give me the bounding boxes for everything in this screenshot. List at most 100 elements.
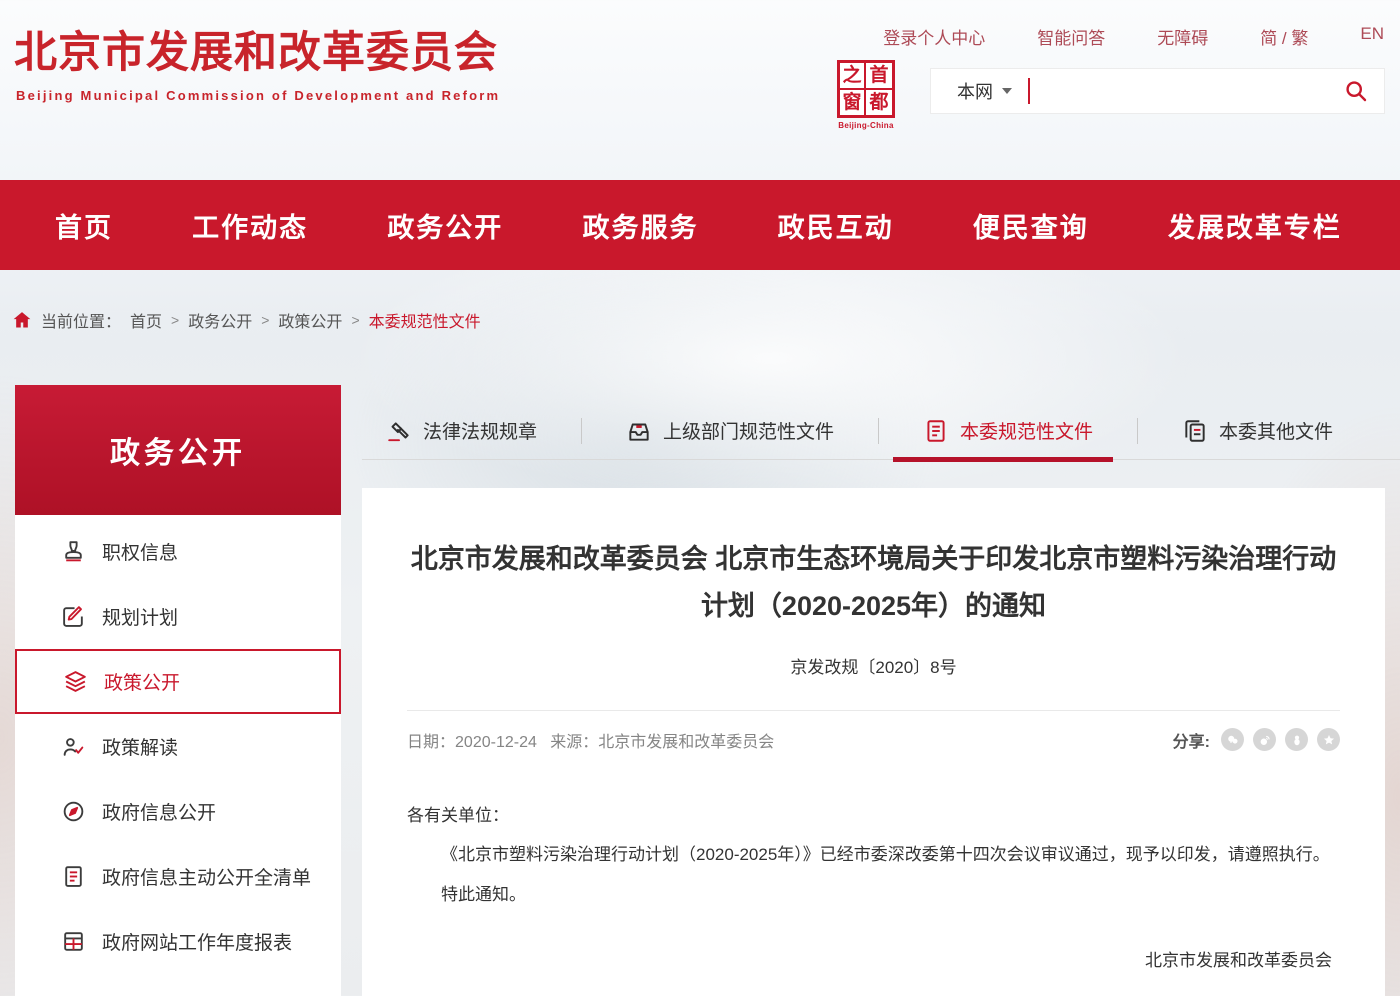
person-interpret-icon <box>61 734 86 759</box>
nav-item-government-services[interactable]: 政务服务 <box>582 206 698 245</box>
accessibility-link[interactable]: 无障碍 <box>1157 24 1208 49</box>
beijing-china-seal-logo[interactable]: 之 首 窗 都 Beijing-China <box>835 60 897 130</box>
smart-qa-link[interactable]: 智能问答 <box>1037 24 1105 49</box>
tab-separator <box>1137 418 1138 444</box>
nav-item-convenient-inquiry[interactable]: 便民查询 <box>973 206 1089 245</box>
article-card: 北京市发展和改革委员会 北京市生态环境局关于印发北京市塑料污染治理行动计划（20… <box>362 488 1385 996</box>
sidebar-item-policy-interpretation[interactable]: 政策解读 <box>15 714 341 779</box>
breadcrumb-separator: > <box>261 312 269 328</box>
search-input[interactable] <box>1030 82 1344 100</box>
article-title: 北京市发展和改革委员会 北京市生态环境局关于印发北京市塑料污染治理行动计划（20… <box>407 536 1340 631</box>
breadcrumb: 当前位置： 首页 > 政务公开 > 政策公开 > 本委规范性文件 <box>0 270 1400 332</box>
tab-commission-other-documents[interactable]: 本委其他文件 <box>1182 402 1333 459</box>
nav-item-reform-column[interactable]: 发展改革专栏 <box>1168 206 1342 245</box>
tab-laws-regulations[interactable]: 法律法规规章 <box>386 402 537 459</box>
document-list-icon <box>61 864 86 889</box>
article-body: 各有关单位： 《北京市塑料污染治理行动计划（2020-2025年）》已经市委深改… <box>407 796 1340 982</box>
tab-separator <box>878 418 879 444</box>
breadcrumb-current: 本委规范性文件 <box>369 308 481 332</box>
weibo-share-icon[interactable] <box>1253 728 1276 751</box>
signature: 北京市发展和改革委员会 <box>407 941 1340 981</box>
sidebar-item-label: 规划计划 <box>102 603 178 630</box>
tab-label: 法律法规规章 <box>423 417 537 444</box>
sidebar-item-label: 政策解读 <box>102 733 178 760</box>
sidebar-item-annual-website-report[interactable]: 政府网站工作年度报表 <box>15 909 341 974</box>
sidebar-title: 政务公开 <box>15 385 341 515</box>
source-value: 北京市发展和改革委员会 <box>598 734 774 751</box>
site-logo-title: 北京市发展和改革委员会 <box>14 18 498 80</box>
search-button[interactable] <box>1344 79 1368 103</box>
tab-superior-normative-documents[interactable]: 上级部门规范性文件 <box>626 402 834 459</box>
seal-char: 之 <box>840 63 866 90</box>
breadcrumb-label: 当前位置： <box>41 308 121 332</box>
seal-grid: 之 首 窗 都 <box>837 60 895 118</box>
seal-char: 都 <box>866 90 892 115</box>
nav-item-work-dynamics[interactable]: 工作动态 <box>192 206 308 245</box>
compass-icon <box>61 799 86 824</box>
main-navigation: 首页 工作动态 政务公开 政务服务 政民互动 便民查询 发展改革专栏 <box>0 180 1400 270</box>
sidebar-menu: 职权信息 规划计划 政策公开 政策解读 政府信息公开 <box>15 515 341 996</box>
search-scope-label: 本网 <box>957 78 993 104</box>
share-label: 分享: <box>1173 728 1210 752</box>
wechat-share-icon[interactable] <box>1221 728 1244 751</box>
seal-caption: Beijing-China <box>835 121 897 130</box>
qq-share-icon[interactable] <box>1285 728 1308 751</box>
source-label: 来源： <box>550 734 598 751</box>
tab-label: 本委规范性文件 <box>960 417 1093 444</box>
search-icon <box>1344 79 1368 103</box>
search-scope-dropdown[interactable]: 本网 <box>957 78 1012 104</box>
gavel-icon <box>386 418 412 444</box>
paragraph: 《北京市塑料污染治理行动计划（2020-2025年）》已经市委深改委第十四次会议… <box>407 835 1340 875</box>
site-header: 北京市发展和改革委员会 Beijing Municipal Commission… <box>0 0 1400 180</box>
layers-icon <box>63 669 88 694</box>
tab-label: 本委其他文件 <box>1219 417 1333 444</box>
red-doc-icon <box>923 418 949 444</box>
seal-stamp-icon <box>61 539 86 564</box>
sidebar-item-planning[interactable]: 规划计划 <box>15 584 341 649</box>
tab-label: 上级部门规范性文件 <box>663 417 834 444</box>
search-bar: 本网 <box>930 68 1385 114</box>
date-value: 2020-12-24 <box>455 734 537 751</box>
tab-separator <box>581 418 582 444</box>
paragraph: 特此通知。 <box>407 875 1340 915</box>
nav-item-public-interaction[interactable]: 政民互动 <box>778 206 894 245</box>
document-number: 京发改规〔2020〕8号 <box>407 653 1340 678</box>
inbox-doc-icon <box>626 418 652 444</box>
sidebar-item-proactive-disclosure-list[interactable]: 政府信息主动公开全清单 <box>15 844 341 909</box>
sidebar-item-label: 政府信息主动公开全清单 <box>102 863 311 890</box>
sidebar-item-label: 政策公开 <box>104 668 180 695</box>
main-content: 法律法规规章 上级部门规范性文件 本委规范性文件 本委其他文件 北京市发展和改革… <box>362 402 1400 996</box>
site-logo-subtitle: Beijing Municipal Commission of Developm… <box>16 88 500 103</box>
sidebar-item-policy-open[interactable]: 政策公开 <box>15 649 341 714</box>
article-meta-row: 日期：2020-12-24 来源：北京市发展和改革委员会 分享: <box>407 710 1340 752</box>
nav-item-government-affairs[interactable]: 政务公开 <box>387 206 503 245</box>
date-label: 日期： <box>407 734 455 751</box>
plan-edit-icon <box>61 604 86 629</box>
sidebar-item-label: 职权信息 <box>102 538 178 565</box>
tab-commission-normative-documents[interactable]: 本委规范性文件 <box>923 402 1093 459</box>
seal-char: 首 <box>866 63 892 90</box>
sidebar-item-gov-info-open[interactable]: 政府信息公开 <box>15 779 341 844</box>
breadcrumb-home[interactable]: 首页 <box>130 308 162 332</box>
salutation: 各有关单位： <box>407 796 1340 836</box>
breadcrumb-policy-open[interactable]: 政策公开 <box>278 308 342 332</box>
utility-links: 登录个人中心 智能问答 无障碍 简 / 繁 EN <box>883 24 1384 49</box>
copy-doc-icon <box>1182 418 1208 444</box>
login-personal-center-link[interactable]: 登录个人中心 <box>883 24 985 49</box>
breadcrumb-separator: > <box>351 312 359 328</box>
qzone-share-icon[interactable] <box>1317 728 1340 751</box>
date-source: 日期：2020-12-24 来源：北京市发展和改革委员会 <box>407 728 774 752</box>
document-category-tabs: 法律法规规章 上级部门规范性文件 本委规范性文件 本委其他文件 <box>362 402 1400 460</box>
report-table-icon <box>61 929 86 954</box>
seal-char: 窗 <box>840 90 866 115</box>
sidebar-item-authority-info[interactable]: 职权信息 <box>15 519 341 584</box>
breadcrumb-gov-affairs[interactable]: 政务公开 <box>188 308 252 332</box>
share-bar: 分享: <box>1173 728 1340 752</box>
chevron-down-icon <box>1002 88 1012 94</box>
home-icon <box>12 310 32 330</box>
simplified-traditional-toggle[interactable]: 简 / 繁 <box>1260 24 1308 49</box>
sidebar-item-decision-catalog[interactable]: 决策目录 <box>15 974 341 996</box>
nav-item-home[interactable]: 首页 <box>55 206 113 245</box>
english-link[interactable]: EN <box>1360 24 1384 49</box>
breadcrumb-separator: > <box>171 312 179 328</box>
